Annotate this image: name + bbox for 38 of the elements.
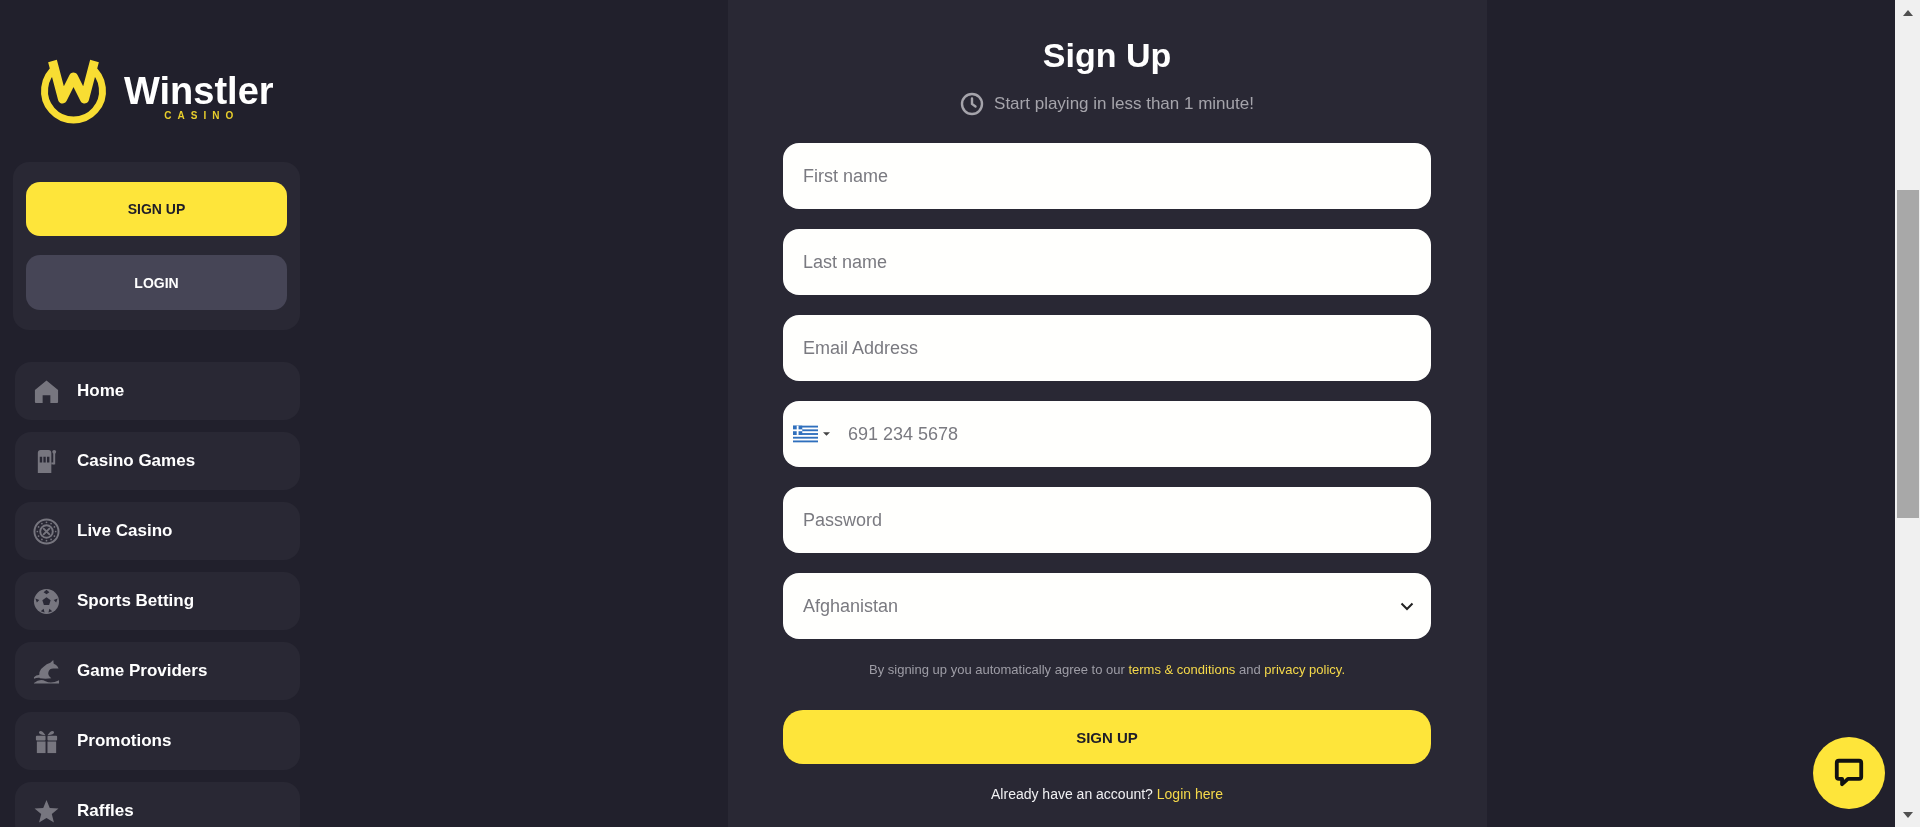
subtitle: Start playing in less than 1 minute! [994, 93, 1254, 115]
nav-item[interactable]: Sports Betting [15, 572, 300, 630]
nav-item[interactable]: Raffles [15, 782, 300, 827]
nav-item[interactable]: Promotions [15, 712, 300, 770]
login-prompt: Already have an account? Login here [991, 785, 1223, 804]
logo-text: Winstler [124, 72, 274, 110]
country-select[interactable]: Afghanistan [783, 573, 1431, 639]
sign-up-button[interactable]: SIGN UP [783, 710, 1431, 764]
privacy-link[interactable]: privacy policy. [1264, 662, 1345, 677]
home-icon [33, 377, 60, 405]
nav-item[interactable]: Casino Games [15, 432, 300, 490]
login-link[interactable]: Login here [1156, 786, 1223, 802]
clock-icon [960, 92, 985, 116]
nav-item[interactable]: Live Casino [15, 502, 300, 560]
wheel-icon [33, 517, 60, 545]
caret-icon [823, 432, 830, 436]
scrollbar[interactable] [1895, 0, 1920, 827]
password-field[interactable]: Password [783, 487, 1431, 553]
sign-up-button[interactable]: SIGN UP [26, 182, 287, 236]
logo-tagline: CASINO [163, 110, 240, 122]
flag-icon [793, 425, 818, 443]
chevron-down-icon [1400, 601, 1414, 611]
phone-field[interactable]: 691 234 5678 [783, 401, 1431, 467]
login-button[interactable]: LOGIN [26, 255, 287, 310]
star-icon [33, 797, 60, 825]
name-field[interactable]: First name [783, 143, 1431, 209]
terms-notice: By signing up you automatically agree to our terms & conditions and privacy policy. [869, 661, 1345, 679]
form-title: Sign Up [1042, 35, 1172, 76]
scroll-down-icon[interactable] [1902, 812, 1913, 818]
email-field[interactable]: Email Address [783, 315, 1431, 381]
ball-icon [33, 587, 60, 615]
nav-item[interactable]: Game Providers [15, 642, 300, 700]
phone-number-input[interactable]: 691 234 5678 [830, 414, 1411, 454]
terms-link[interactable]: terms & conditions [1128, 662, 1236, 677]
nav-item[interactable]: Home [15, 362, 300, 420]
scrollbar-thumb[interactable] [1896, 190, 1919, 518]
scroll-up-icon[interactable] [1902, 10, 1913, 16]
name-field[interactable]: Last name [783, 229, 1431, 295]
